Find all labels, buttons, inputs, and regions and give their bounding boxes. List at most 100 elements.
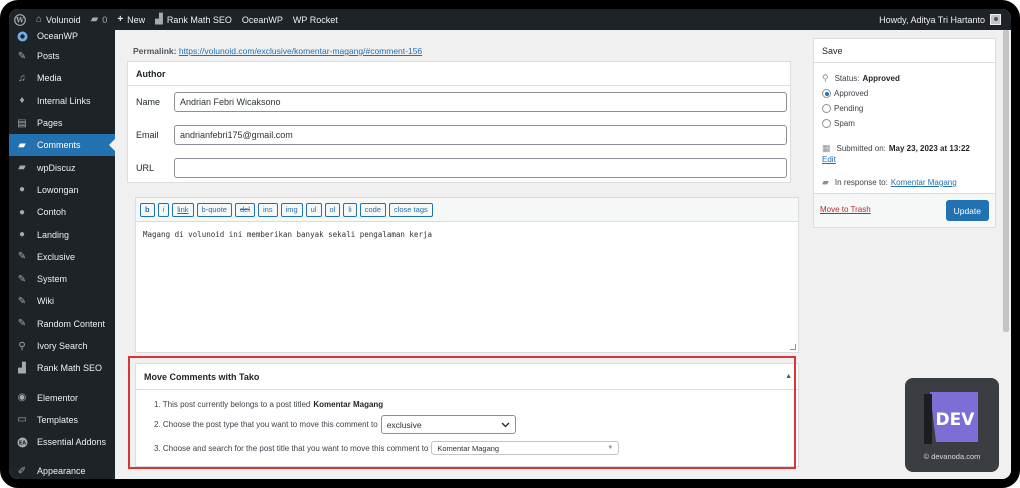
admin-sidebar: OceanWP ✎ Posts ♫ Media ♦ Internal Links… [9, 27, 115, 479]
media-icon: ♫ [18, 72, 26, 84]
watermark-caption: © devanoda.com [923, 452, 981, 461]
edit-date-link[interactable]: Edit [822, 155, 836, 164]
qt-code-button[interactable]: code [359, 202, 386, 217]
drop-icon: ♦ [19, 95, 25, 107]
resize-handle-icon[interactable] [790, 344, 796, 350]
radio-pending[interactable]: Pending [822, 104, 863, 113]
radio-approved-control[interactable] [822, 89, 831, 98]
qt-del-button[interactable]: del [234, 202, 255, 217]
sidebar-item-label: OceanWP [37, 31, 79, 41]
dev-logo-icon: DEV [924, 392, 978, 444]
scrollbar-thumb[interactable] [1003, 30, 1009, 332]
svg-text:W: W [15, 15, 24, 24]
comment-icon: ▰ [18, 139, 26, 151]
response-label: In response to: [834, 178, 888, 187]
sidebar-item-media[interactable]: ♫ Media [9, 67, 115, 89]
move-to-trash-link[interactable]: Move to Trash [820, 205, 871, 214]
page-scrollbar[interactable] [1001, 30, 1011, 479]
screenshot-frame: W ⌂ Volunoid ▰ 0 + New ▟ Rank Math SEO O… [0, 0, 1020, 488]
pin-icon: ✎ [17, 318, 27, 330]
sidebar-item-essential-addons[interactable]: EA Essential Addons [9, 431, 115, 453]
sidebar-item-posts[interactable]: ✎ Posts [9, 45, 115, 67]
sidebar-item-label: Contoh [37, 207, 67, 218]
qt-ol-button[interactable]: ol [324, 202, 341, 217]
sidebar-item-contoh[interactable]: ● Contoh [9, 201, 115, 223]
sidebar-item-templates[interactable]: ▭ Templates [9, 409, 115, 431]
sidebar-item-label: Wiki [37, 296, 54, 307]
sidebar-item-comments[interactable]: ▰ Comments [9, 134, 115, 157]
sidebar-item-landing[interactable]: ● Landing [9, 223, 115, 245]
sidebar-item-appearance[interactable]: ✐ Appearance [9, 460, 115, 479]
comment-textarea[interactable]: Magang di volunoid ini memberikan banyak… [143, 230, 432, 239]
menu-separator [9, 379, 115, 386]
oceanwp-link[interactable]: OceanWP [237, 9, 288, 30]
pin-icon: ✎ [17, 295, 27, 307]
sidebar-item-label: Exclusive [37, 251, 76, 262]
sidebar-item-random-content[interactable]: ✎ Random Content [9, 313, 115, 335]
status-line: ⚲ Status: Approved [822, 73, 900, 84]
name-field[interactable]: Andrian Febri Wicaksono [174, 92, 787, 112]
ea-icon: EA [16, 436, 28, 448]
sidebar-item-pages[interactable]: ▤ Pages [9, 112, 115, 134]
dev-logo-text: DEV [936, 410, 976, 430]
svg-text:EA: EA [18, 440, 25, 446]
oceanwp-label: OceanWP [241, 14, 283, 25]
sidebar-item-label: Pages [37, 118, 63, 129]
response-post-link[interactable]: Komentar Magang [891, 178, 957, 187]
qt-img-button[interactable]: img [280, 202, 303, 217]
sidebar-item-internal-links[interactable]: ♦ Internal Links [9, 90, 115, 112]
sidebar-item-wpdiscuz[interactable]: ▰ wpDiscuz [9, 156, 115, 178]
pin-icon: ✎ [17, 251, 27, 263]
sidebar-item-system[interactable]: ✎ System [9, 268, 115, 290]
radio-spam-label: Spam [834, 119, 855, 128]
sidebar-item-label: Comments [37, 140, 81, 151]
radio-pending-control[interactable] [822, 104, 831, 113]
wp-rocket-link[interactable]: WP Rocket [288, 9, 343, 30]
sidebar-item-label: Internal Links [37, 95, 91, 106]
globe-icon: ● [18, 229, 26, 241]
response-line: ▰ In response to: Komentar Magang [822, 177, 957, 188]
sidebar-item-wiki[interactable]: ✎ Wiki [9, 290, 115, 312]
sidebar-item-ivory-search[interactable]: ⚲ Ivory Search [9, 335, 115, 357]
radio-spam[interactable]: Spam [822, 119, 855, 128]
sidebar-item-oceanwp[interactable]: OceanWP [9, 27, 115, 45]
status-value: Approved [862, 74, 900, 83]
sidebar-item-lowongan[interactable]: ● Lowongan [9, 179, 115, 201]
calendar-icon: ▦ [822, 143, 831, 153]
sidebar-item-label: Media [37, 73, 62, 84]
sidebar-item-label: Ivory Search [37, 341, 88, 351]
url-field[interactable] [174, 158, 787, 178]
qt-ins-button[interactable]: ins [257, 202, 278, 217]
email-field[interactable]: andrianfebri175@gmail.com [174, 125, 787, 145]
edit-date-line: Edit [822, 155, 836, 164]
author-box-title: Author [128, 62, 790, 86]
quicktags-toolbar: b i link b-quote del ins img ul ol li co… [136, 198, 798, 222]
qt-bold-button[interactable]: b [140, 202, 155, 217]
sidebar-item-label: Random Content [37, 318, 106, 329]
radio-pending-label: Pending [834, 104, 864, 113]
submitted-value: May 23, 2023 at 13:22 [888, 144, 970, 153]
update-button[interactable]: Update [945, 200, 989, 221]
submitted-line: ▦ Submitted on: May 23, 2023 at 13:22 [822, 143, 970, 154]
qt-italic-button[interactable]: i [157, 202, 170, 217]
new-content-link[interactable]: + New [112, 9, 150, 30]
pages-icon: ▤ [17, 117, 27, 129]
sidebar-item-elementor[interactable]: ◉ Elementor [9, 386, 115, 408]
permalink-link[interactable]: https://volunoid.com/exclusive/komentar-… [179, 46, 422, 56]
qt-close-tags-button[interactable]: close tags [388, 202, 433, 217]
folder-icon: ▭ [17, 414, 27, 426]
sidebar-item-label: Elementor [37, 392, 79, 403]
permalink-label: Permalink: [133, 46, 177, 56]
sidebar-item-exclusive[interactable]: ✎ Exclusive [9, 246, 115, 268]
rank-math-link[interactable]: ▟ Rank Math SEO [150, 9, 237, 30]
qt-li-button[interactable]: li [343, 202, 357, 217]
qt-ul-button[interactable]: ul [305, 202, 322, 217]
red-highlight-box [128, 356, 796, 469]
radio-approved-label: Approved [834, 89, 869, 98]
radio-spam-control[interactable] [822, 119, 831, 128]
my-account-link[interactable]: Howdy, Aditya Tri Hartanto [874, 9, 1011, 30]
qt-link-button[interactable]: link [172, 202, 194, 217]
sidebar-item-rank-math[interactable]: ▟ Rank Math SEO [9, 357, 115, 379]
radio-approved[interactable]: Approved [822, 89, 868, 98]
qt-blockquote-button[interactable]: b-quote [196, 202, 232, 217]
